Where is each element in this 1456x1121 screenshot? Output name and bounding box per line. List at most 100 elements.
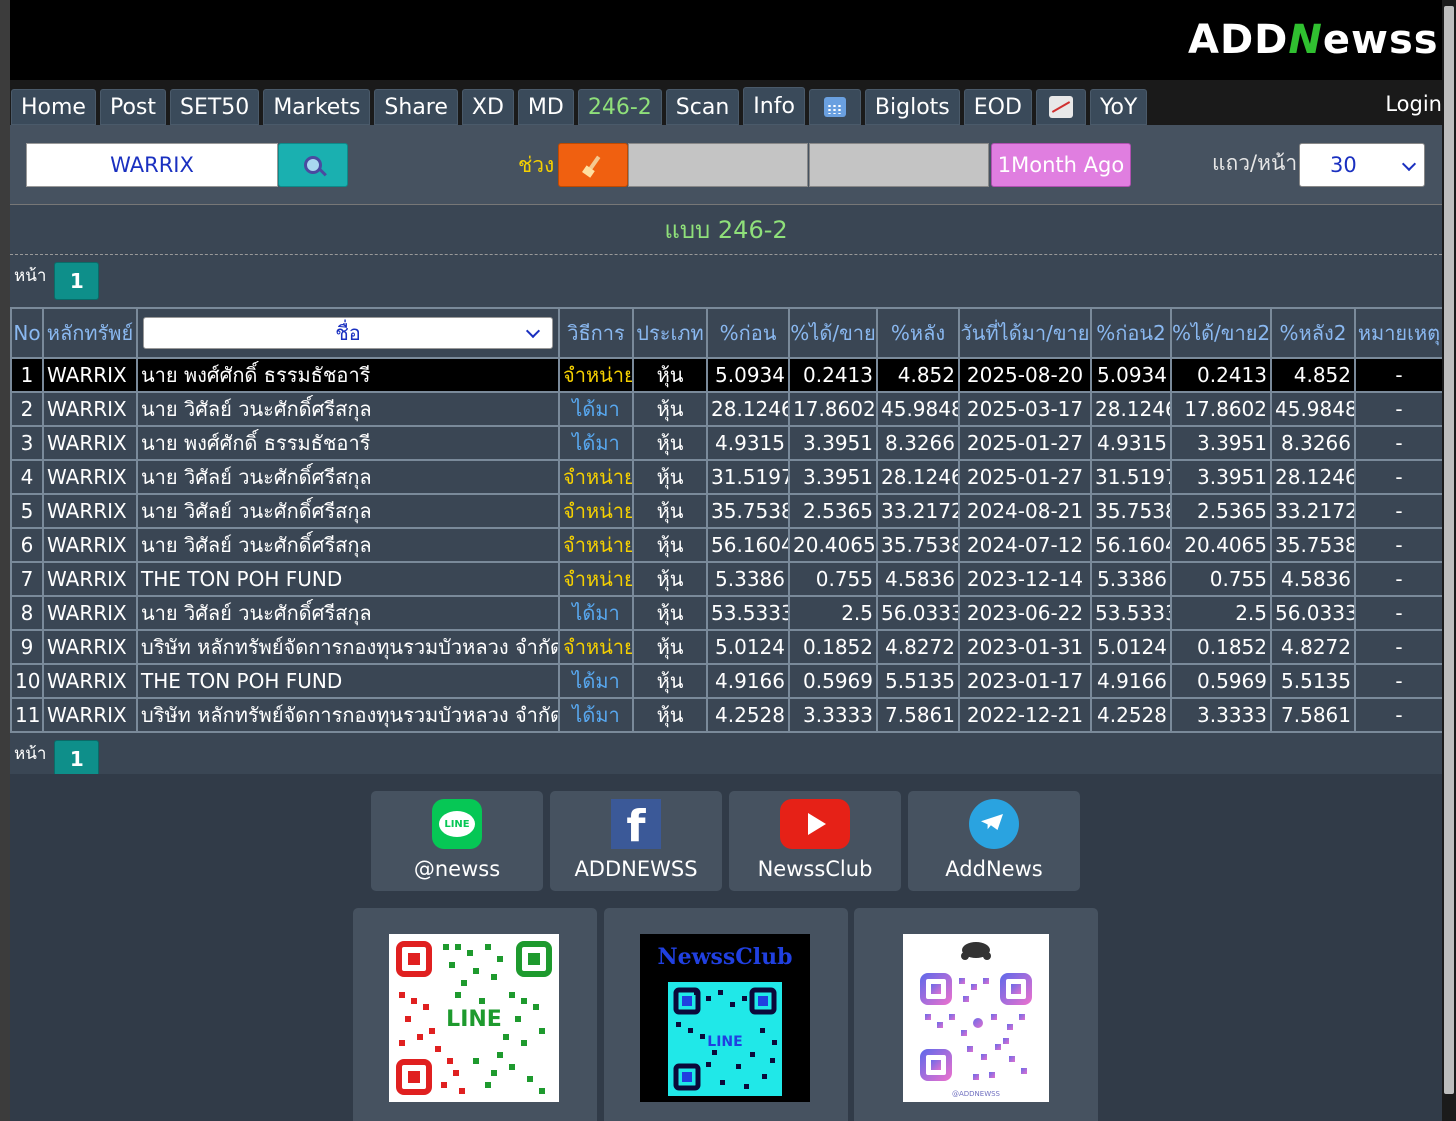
- header-after2[interactable]: %หลัง2: [1270, 307, 1356, 359]
- rows-per-page-select[interactable]: 30: [1299, 143, 1425, 187]
- cell-symbol[interactable]: WARRIX: [42, 663, 138, 699]
- nav-md[interactable]: MD: [517, 89, 574, 125]
- pager-label: หน้า: [14, 743, 47, 764]
- cell-symbol[interactable]: WARRIX: [42, 459, 138, 495]
- cell-before2: 5.0934: [1090, 357, 1172, 393]
- cell-acquired2: 0.755: [1170, 561, 1272, 597]
- table-row[interactable]: 4 WARRIX นาย วิศัลย์ วนะศักดิ์ศรีสกุล จำหน่…: [10, 459, 1442, 495]
- table-row[interactable]: 2 WARRIX นาย วิศัลย์ วนะศักดิ์ศรีสกุล ได้มา…: [10, 391, 1442, 427]
- cell-action: จำหน่าย: [558, 561, 634, 597]
- nav-xd[interactable]: XD: [461, 89, 514, 125]
- cell-symbol[interactable]: WARRIX: [42, 629, 138, 665]
- table-row[interactable]: 8 WARRIX นาย วิศัลย์ วนะศักดิ์ศรีสกุล ได้มา…: [10, 595, 1442, 631]
- nav-markets[interactable]: Markets: [263, 89, 371, 125]
- addnewss-logo[interactable]: ADD Newss: [1188, 12, 1438, 68]
- cell-symbol[interactable]: WARRIX: [42, 697, 138, 733]
- table-row[interactable]: 10 WARRIX THE TON POH FUND ได้มา หุ้น 4.9166 0…: [10, 663, 1442, 699]
- name-filter-value: ชื่อ: [335, 321, 361, 345]
- header-acquired[interactable]: %ได้/ขาย: [788, 307, 878, 359]
- cell-acquired: 20.4065: [788, 527, 878, 563]
- line-link[interactable]: LINE @newss: [371, 791, 543, 891]
- clear-range-button[interactable]: [558, 143, 628, 187]
- name-filter-select[interactable]: ชื่อ: [143, 317, 553, 349]
- one-month-ago-button[interactable]: 1Month Ago: [991, 143, 1131, 187]
- cell-symbol[interactable]: WARRIX: [42, 493, 138, 529]
- nav-246-2[interactable]: 246-2: [577, 89, 662, 125]
- table-row[interactable]: 6 WARRIX นาย วิศัลย์ วนะศักดิ์ศรีสกุล จำหน่…: [10, 527, 1442, 563]
- cell-before: 56.1604: [706, 527, 790, 563]
- header-date[interactable]: วันที่ได้มา/ขาย: [958, 307, 1092, 359]
- table-row[interactable]: 9 WARRIX บริษัท หลักทรัพย์จัดการกองทุนรวมบ…: [10, 629, 1442, 665]
- cell-no: 1: [10, 357, 44, 393]
- cell-before: 4.2528: [706, 697, 790, 733]
- newssclub-qr-pattern: NewssClub LINE: [657, 944, 793, 1096]
- cell-symbol[interactable]: WARRIX: [42, 391, 138, 427]
- header-name: ชื่อ: [136, 307, 560, 359]
- cell-acquired2: 3.3951: [1170, 425, 1272, 461]
- facebook-link[interactable]: f ADDNEWSS: [550, 791, 722, 891]
- end-date-input[interactable]: [809, 143, 989, 187]
- table-row[interactable]: 11 WARRIX บริษัท หลักทรัพย์จัดการกองทุนรวม…: [10, 697, 1442, 733]
- header-before2[interactable]: %ก่อน2: [1090, 307, 1172, 359]
- cell-type: หุ้น: [632, 561, 708, 597]
- nav-eod[interactable]: EOD: [963, 89, 1032, 125]
- cell-before: 28.1246: [706, 391, 790, 427]
- cell-type: หุ้น: [632, 357, 708, 393]
- cell-action: ได้มา: [558, 391, 634, 427]
- start-date-input[interactable]: [628, 143, 808, 187]
- nav-info[interactable]: Info: [743, 87, 805, 125]
- broom-icon: [585, 155, 601, 175]
- cell-symbol[interactable]: WARRIX: [42, 357, 138, 393]
- logo-text-c: ewss: [1322, 17, 1439, 63]
- nav-share[interactable]: Share: [374, 89, 458, 125]
- table-row[interactable]: 1 WARRIX นาย พงศ์ศักดิ์ ธรรมธัชอารี จำหน่าย…: [10, 357, 1442, 393]
- line-qr-pattern: LINE: [396, 941, 552, 1095]
- header-note[interactable]: หมายเหตุ: [1354, 307, 1442, 359]
- header-symbol[interactable]: หลักทรัพย์: [42, 307, 138, 359]
- header-no[interactable]: No: [10, 307, 44, 359]
- cell-note: -: [1354, 357, 1442, 393]
- login-link[interactable]: Login: [1385, 92, 1442, 116]
- cell-date: 2025-01-27: [958, 459, 1092, 495]
- header-before[interactable]: %ก่อน: [706, 307, 790, 359]
- page-button-1[interactable]: 1: [54, 740, 100, 778]
- youtube-link[interactable]: NewssClub: [729, 791, 901, 891]
- cell-type: หุ้น: [632, 595, 708, 631]
- cell-symbol[interactable]: WARRIX: [42, 425, 138, 461]
- header-action[interactable]: วิธีการ: [558, 307, 634, 359]
- cell-symbol[interactable]: WARRIX: [42, 561, 138, 597]
- cell-action: ได้มา: [558, 697, 634, 733]
- nav-yoy[interactable]: YoY: [1089, 89, 1148, 125]
- facebook-label: ADDNEWSS: [574, 857, 698, 881]
- table-row[interactable]: 3 WARRIX นาย พงศ์ศักดิ์ ธรรมธัชอารี ได้มา หุ…: [10, 425, 1442, 461]
- nav-set50[interactable]: SET50: [170, 89, 260, 125]
- telegram-link[interactable]: AddNews: [908, 791, 1080, 891]
- table-row[interactable]: 7 WARRIX THE TON POH FUND จำหน่าย หุ้น 5.3386…: [10, 561, 1442, 597]
- cell-symbol[interactable]: WARRIX: [42, 595, 138, 631]
- table-row[interactable]: 5 WARRIX นาย วิศัลย์ วนะศักดิ์ศรีสกุล จำหน่…: [10, 493, 1442, 529]
- cell-no: 8: [10, 595, 44, 631]
- cell-before2: 56.1604: [1090, 527, 1172, 563]
- scrollbar-thumb[interactable]: [1444, 6, 1454, 1094]
- scrollbar[interactable]: [1442, 0, 1456, 1121]
- header-acquired2[interactable]: %ได้/ขาย2: [1170, 307, 1272, 359]
- table-body: 1 WARRIX นาย พงศ์ศักดิ์ ธรรมธัชอารี จำหน่าย…: [10, 357, 1442, 733]
- cell-action: ได้มา: [558, 425, 634, 461]
- nav-scan[interactable]: Scan: [665, 89, 740, 125]
- nav-post[interactable]: Post: [99, 89, 166, 125]
- cell-name: นาย วิศัลย์ วนะศักดิ์ศรีสกุล: [136, 595, 560, 631]
- page: ADD Newss Home Post SET50 Markets Share X…: [10, 0, 1442, 1121]
- header-after[interactable]: %หลัง: [876, 307, 960, 359]
- nav-calendar[interactable]: [808, 89, 861, 125]
- symbol-search-input[interactable]: WARRIX: [26, 143, 278, 187]
- nav-home[interactable]: Home: [11, 89, 96, 125]
- nav-chart[interactable]: [1035, 89, 1086, 125]
- search-button[interactable]: [278, 143, 348, 187]
- pager-top: หน้า 1: [10, 255, 1442, 307]
- nav-biglots[interactable]: Biglots: [864, 89, 960, 125]
- cell-symbol[interactable]: WARRIX: [42, 527, 138, 563]
- cell-name: นาย วิศัลย์ วนะศักดิ์ศรีสกุล: [136, 527, 560, 563]
- header-type[interactable]: ประเภท: [632, 307, 708, 359]
- cell-no: 7: [10, 561, 44, 597]
- page-button-1[interactable]: 1: [54, 262, 100, 300]
